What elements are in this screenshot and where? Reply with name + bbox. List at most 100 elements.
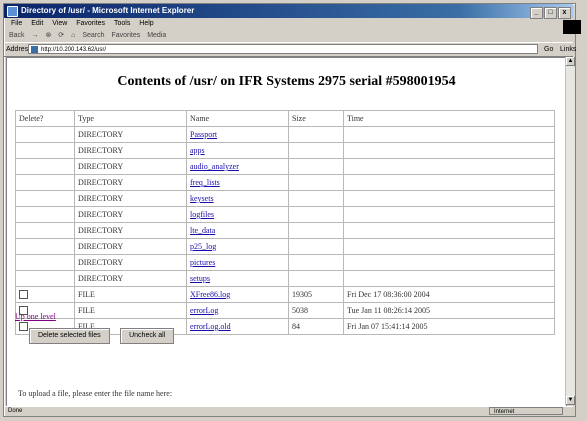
size-cell xyxy=(288,190,344,207)
size-cell xyxy=(288,270,344,287)
col-size: Size xyxy=(288,110,344,127)
toolbar: Back → ⊗ ⟳ ⌂ Search Favorites Media xyxy=(4,30,573,41)
menu-bar: File Edit View Favorites Tools Help xyxy=(4,19,573,29)
minimize-button[interactable]: _ xyxy=(530,7,543,19)
delete-cell xyxy=(15,222,75,239)
up-one-level-link[interactable]: Up one level xyxy=(15,312,56,321)
col-delete: Delete? xyxy=(15,110,75,127)
scroll-down-icon[interactable]: ▼ xyxy=(566,396,575,405)
stop-icon[interactable]: ⊗ xyxy=(45,32,51,39)
delete-cell xyxy=(15,158,75,175)
entry-link[interactable]: Passport xyxy=(190,130,217,139)
maximize-button[interactable]: □ xyxy=(544,7,557,19)
table-row: DIRECTORY setups xyxy=(15,270,555,287)
home-icon[interactable]: ⌂ xyxy=(71,32,75,39)
name-cell: XFree86.log xyxy=(186,286,289,303)
delete-selected-button[interactable]: Delete selected files xyxy=(29,328,110,344)
status-bar: Done Internet xyxy=(4,406,573,416)
time-cell xyxy=(343,174,555,191)
browser-window: Directory of /usr/ - Microsoft Internet … xyxy=(0,0,587,421)
entry-link[interactable]: XFree86.log xyxy=(190,290,230,299)
size-cell xyxy=(288,254,344,271)
table-row: DIRECTORY logfiles xyxy=(15,206,555,223)
size-cell xyxy=(288,126,344,143)
entry-link[interactable]: setups xyxy=(190,274,210,283)
delete-cell xyxy=(15,142,75,159)
address-bar: Address http://10.200.143.62/usr/ Go Lin… xyxy=(4,42,576,57)
delete-cell xyxy=(15,270,75,287)
type-cell: DIRECTORY xyxy=(74,126,187,143)
entry-link[interactable]: audio_analyzer xyxy=(190,162,239,171)
go-button[interactable]: Go xyxy=(544,43,553,56)
security-zone: Internet xyxy=(489,407,563,415)
name-cell: logfiles xyxy=(186,206,289,223)
delete-checkbox[interactable] xyxy=(19,322,28,332)
table-row: DIRECTORY apps xyxy=(15,142,555,159)
type-cell: DIRECTORY xyxy=(74,174,187,191)
name-cell: setups xyxy=(186,270,289,287)
type-cell: DIRECTORY xyxy=(74,206,187,223)
scroll-up-icon[interactable]: ▲ xyxy=(566,57,575,66)
time-cell xyxy=(343,126,555,143)
table-row: DIRECTORY audio_analyzer xyxy=(15,158,555,175)
type-cell: DIRECTORY xyxy=(74,158,187,175)
menu-file[interactable]: File xyxy=(11,20,22,27)
title-bar[interactable]: Directory of /usr/ - Microsoft Internet … xyxy=(4,4,573,19)
col-time: Time xyxy=(343,110,555,127)
window-controls: _ □ x xyxy=(529,5,571,19)
upload-instructions: To upload a file, please enter the file … xyxy=(18,389,173,398)
type-cell: DIRECTORY xyxy=(74,222,187,239)
favorites-button[interactable]: Favorites xyxy=(111,32,140,39)
time-cell xyxy=(343,206,555,223)
size-cell xyxy=(288,206,344,223)
search-button[interactable]: Search xyxy=(82,32,104,39)
table-row: DIRECTORY freq_lists xyxy=(15,174,555,191)
button-row: Delete selected files Uncheck all xyxy=(29,324,180,344)
back-button[interactable]: Back xyxy=(9,32,25,39)
size-cell xyxy=(288,158,344,175)
directory-table: Delete? Type Name Size Time DIRECTORY Pas… xyxy=(15,110,555,335)
delete-cell xyxy=(15,206,75,223)
entry-link[interactable]: freq_lists xyxy=(190,178,220,187)
page-content: Contents of /usr/ on IFR Systems 2975 se… xyxy=(6,57,567,407)
col-type: Type xyxy=(74,110,187,127)
time-cell xyxy=(343,142,555,159)
delete-checkbox[interactable] xyxy=(19,290,28,300)
menu-view[interactable]: View xyxy=(52,20,67,27)
delete-cell xyxy=(15,190,75,207)
entry-link[interactable]: lte_data xyxy=(190,226,215,235)
type-cell: FILE xyxy=(74,286,187,303)
name-cell: lte_data xyxy=(186,222,289,239)
delete-cell xyxy=(15,238,75,255)
links-button[interactable]: Links xyxy=(560,43,576,56)
size-cell: 5038 xyxy=(288,302,344,319)
entry-link[interactable]: logfiles xyxy=(190,210,214,219)
entry-link[interactable]: apps xyxy=(190,146,205,155)
entry-link[interactable]: errorLog xyxy=(190,306,218,315)
media-button[interactable]: Media xyxy=(147,32,166,39)
name-cell: Passport xyxy=(186,126,289,143)
vertical-scrollbar[interactable]: ▲ ▼ xyxy=(565,57,575,405)
entry-link[interactable]: keysets xyxy=(190,194,214,203)
entry-link[interactable]: pictures xyxy=(190,258,215,267)
menu-edit[interactable]: Edit xyxy=(31,20,43,27)
type-cell: DIRECTORY xyxy=(74,190,187,207)
time-cell: Fri Jan 07 15:41:14 2005 xyxy=(343,318,555,335)
entry-link[interactable]: p25_log xyxy=(190,242,216,251)
entry-link[interactable]: errorLog.old xyxy=(190,322,231,331)
page-icon xyxy=(31,46,38,53)
uncheck-all-button[interactable]: Uncheck all xyxy=(120,328,175,344)
type-cell: DIRECTORY xyxy=(74,254,187,271)
time-cell xyxy=(343,270,555,287)
menu-favorites[interactable]: Favorites xyxy=(76,20,105,27)
menu-help[interactable]: Help xyxy=(139,20,153,27)
menu-tools[interactable]: Tools xyxy=(114,20,130,27)
table-row: DIRECTORY Passport xyxy=(15,126,555,143)
table-row: DIRECTORY pictures xyxy=(15,254,555,271)
page-title: Contents of /usr/ on IFR Systems 2975 se… xyxy=(117,74,456,89)
address-input[interactable]: http://10.200.143.62/usr/ xyxy=(28,44,538,54)
refresh-icon[interactable]: ⟳ xyxy=(58,32,64,39)
forward-icon[interactable]: → xyxy=(32,32,39,39)
table-row: DIRECTORY lte_data xyxy=(15,222,555,239)
close-button[interactable]: x xyxy=(558,7,571,19)
